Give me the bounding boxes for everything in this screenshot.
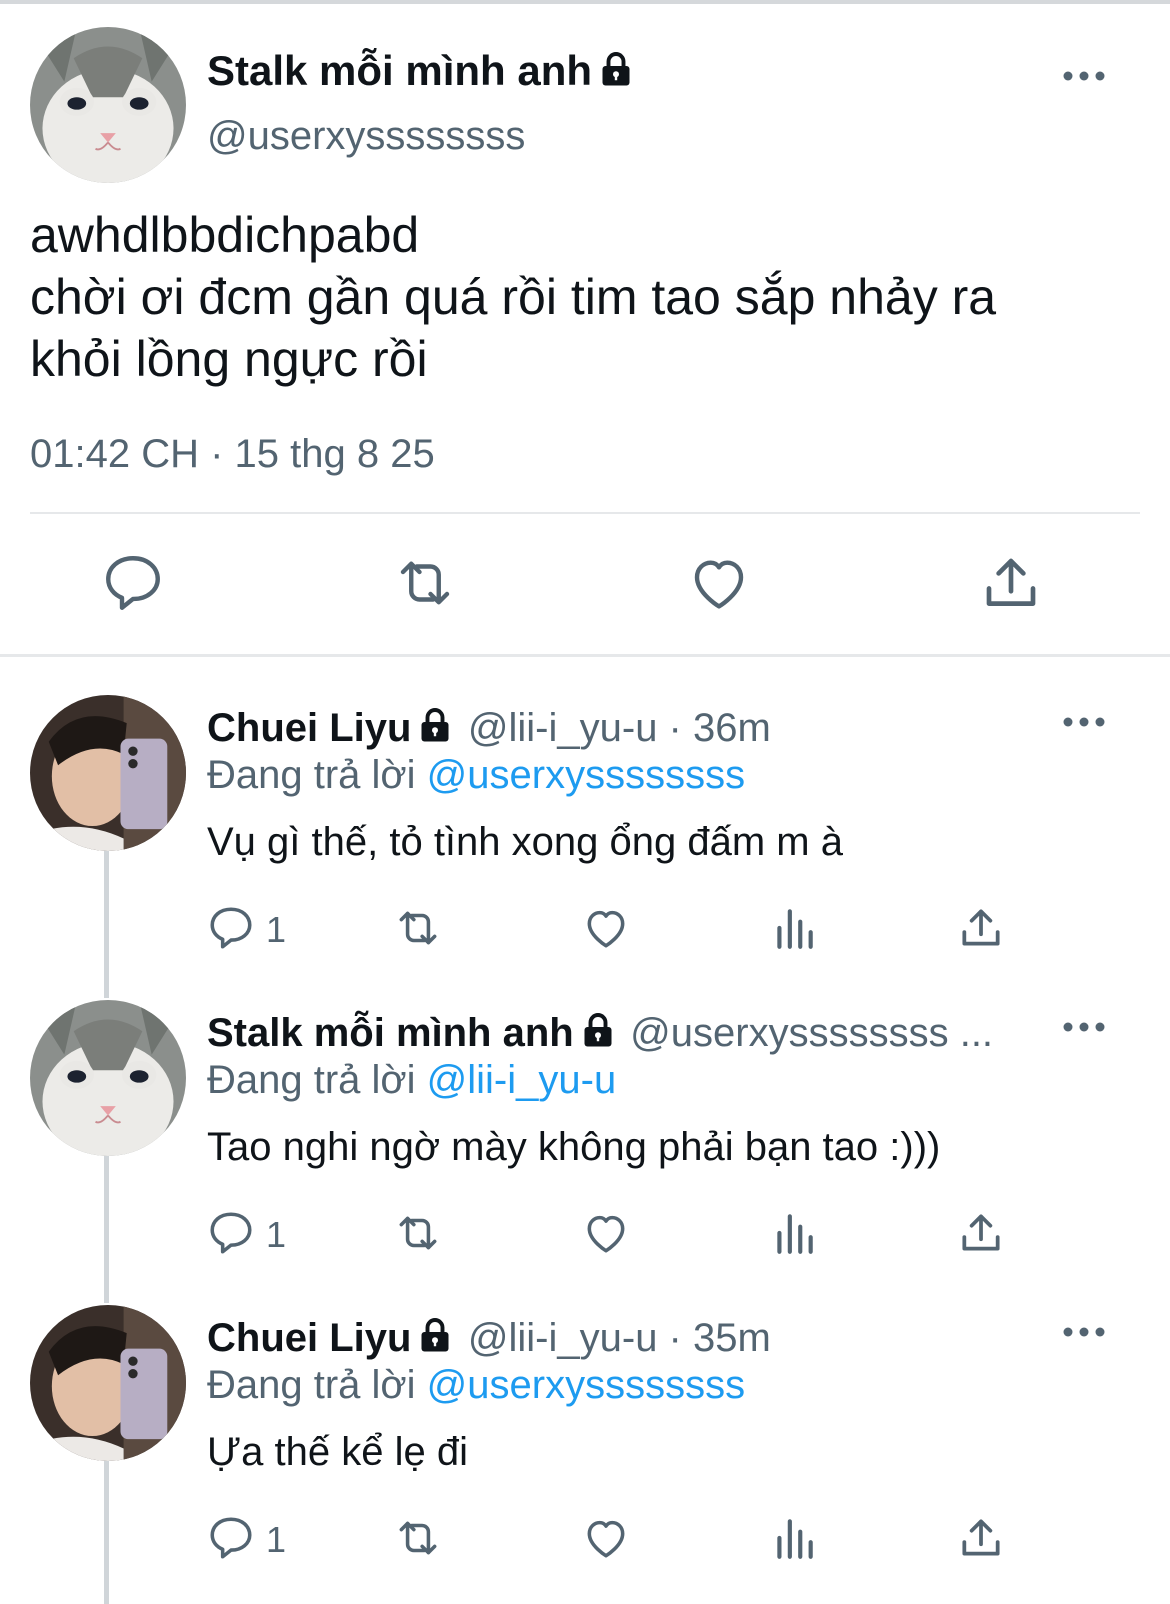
lock-icon: [421, 1318, 449, 1352]
author-handle[interactable]: @userxyssssssss: [207, 116, 525, 156]
replying-to: Đang trả lời @userxyssssssss: [207, 1365, 745, 1405]
lock-icon: [421, 708, 449, 742]
reply-author-name[interactable]: Stalk mỗi mình anh: [207, 1011, 574, 1055]
replying-prefix: Đang trả lời: [207, 1363, 427, 1407]
analytics-bars-icon[interactable]: [769, 1513, 819, 1563]
more-dots-icon[interactable]: [1060, 1017, 1108, 1037]
reply-bubble-icon[interactable]: [206, 903, 256, 953]
reply-count: 1: [266, 1214, 287, 1255]
more-dots-icon[interactable]: [1060, 1322, 1108, 1342]
analytics-bars-icon[interactable]: [769, 1208, 819, 1258]
reply-count: 1: [266, 909, 287, 950]
more-dots-icon[interactable]: [1060, 66, 1108, 86]
divider: [30, 512, 1140, 514]
replying-to: Đang trả lời @userxyssssssss: [207, 755, 745, 795]
retweet-icon[interactable]: [393, 903, 443, 953]
share-upload-icon[interactable]: [956, 903, 1006, 953]
thread-line: [104, 850, 109, 998]
reply-bubble-icon[interactable]: [100, 550, 166, 616]
reply-author-name[interactable]: Chuei Liyu: [207, 706, 411, 750]
retweet-icon[interactable]: [393, 1513, 443, 1563]
thread-line: [104, 1460, 109, 1604]
replying-prefix: Đang trả lời: [207, 753, 427, 797]
user-avatar[interactable]: [30, 695, 186, 851]
section-separator: [0, 654, 1170, 657]
cat-avatar[interactable]: [30, 1000, 186, 1156]
tweet-line: chời ơi đcm gần quá rồi tim tao sắp nhảy…: [30, 269, 997, 325]
heart-icon[interactable]: [581, 1208, 631, 1258]
reply-header: Stalk mỗi mình anh @userxyssssssss ...: [207, 1012, 993, 1053]
top-border: [0, 0, 1170, 4]
user-avatar[interactable]: [30, 1305, 186, 1461]
more-dots-icon[interactable]: [1060, 712, 1108, 732]
replying-to-link[interactable]: @lii-i_yu-u: [427, 1058, 617, 1102]
tweet-line: khỏi lồng ngực rồi: [30, 331, 428, 387]
reply-handle-time[interactable]: @lii-i_yu-u · 36m: [468, 706, 771, 750]
share-upload-icon[interactable]: [956, 1513, 1006, 1563]
reply-text: Vụ gì thế, tỏ tình xong ổng đấm m à: [207, 820, 843, 864]
heart-icon[interactable]: [581, 903, 631, 953]
reply-header: Chuei Liyu @lii-i_yu-u · 36m: [207, 707, 771, 748]
reply-count: 1: [266, 1519, 287, 1560]
reply-handle-time[interactable]: @lii-i_yu-u · 35m: [468, 1316, 771, 1360]
author-name[interactable]: Stalk mỗi mình anh: [207, 47, 592, 94]
tweet-body: awhdlbbdichpabd chời ơi đcm gần quá rồi …: [30, 204, 996, 390]
reply-bubble-icon[interactable]: [206, 1208, 256, 1258]
cat-avatar[interactable]: [30, 27, 186, 183]
share-upload-icon[interactable]: [956, 1208, 1006, 1258]
reply-text: Ựa thế kể lẹ đi: [207, 1430, 468, 1474]
thread-line: [104, 1155, 109, 1303]
replying-to: Đang trả lời @lii-i_yu-u: [207, 1060, 616, 1100]
reply-bubble-icon[interactable]: [206, 1513, 256, 1563]
heart-icon[interactable]: [581, 1513, 631, 1563]
author-header: Stalk mỗi mình anh: [207, 50, 634, 92]
lock-icon: [584, 1013, 612, 1047]
heart-icon[interactable]: [686, 550, 752, 616]
replying-prefix: Đang trả lời: [207, 1058, 427, 1102]
lock-icon: [602, 52, 630, 86]
reply-handle-time[interactable]: @userxyssssssss ...: [630, 1011, 993, 1055]
tweet-timestamp[interactable]: 01:42 CH · 15 thg 8 25: [30, 432, 435, 477]
replying-to-link[interactable]: @userxyssssssss: [427, 1363, 745, 1407]
tweet-line: awhdlbbdichpabd: [30, 207, 420, 263]
share-upload-icon[interactable]: [978, 550, 1044, 616]
reply-text: Tao nghi ngờ mày không phải bạn tao :))): [207, 1125, 941, 1169]
retweet-icon[interactable]: [392, 550, 458, 616]
reply-author-name[interactable]: Chuei Liyu: [207, 1316, 411, 1360]
reply-header: Chuei Liyu @lii-i_yu-u · 35m: [207, 1317, 771, 1358]
retweet-icon[interactable]: [393, 1208, 443, 1258]
replying-to-link[interactable]: @userxyssssssss: [427, 753, 745, 797]
analytics-bars-icon[interactable]: [769, 903, 819, 953]
